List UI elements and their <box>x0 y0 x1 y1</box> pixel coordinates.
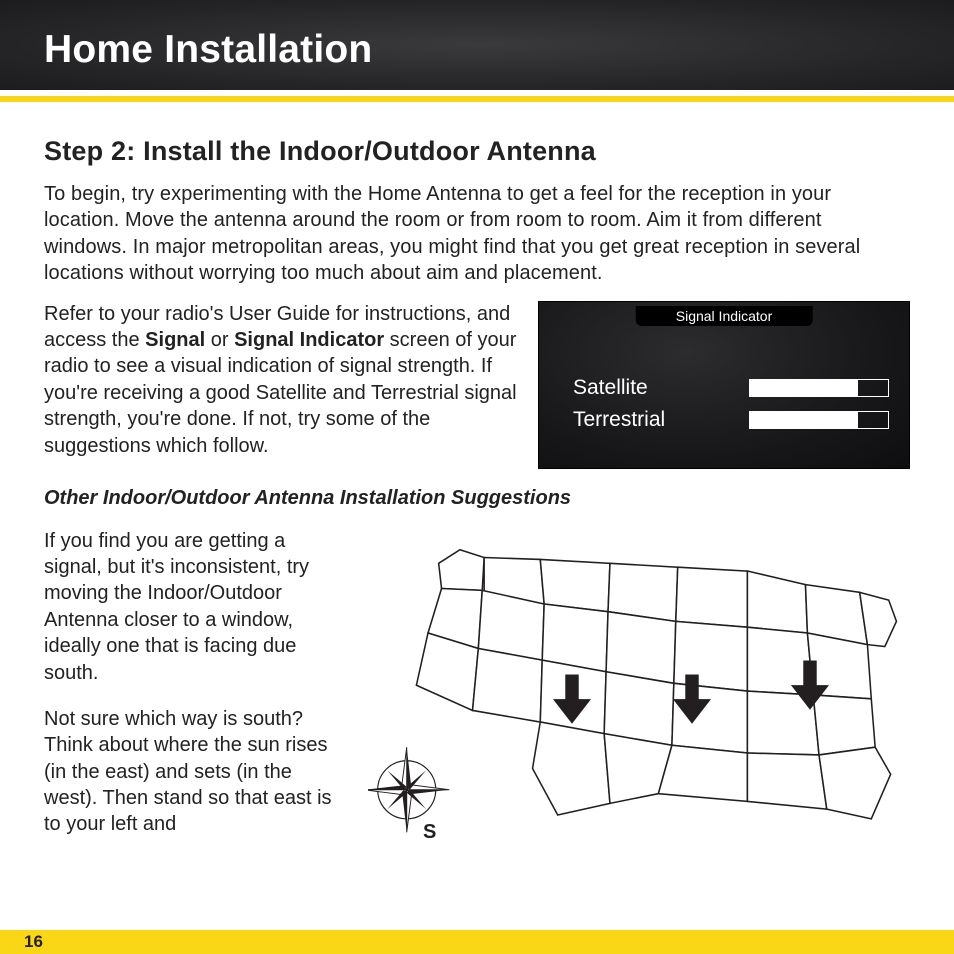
signal-bar-row: Terrestrial <box>573 404 889 436</box>
bold-signal-indicator: Signal Indicator <box>234 329 384 351</box>
signal-label-satellite: Satellite <box>573 376 648 400</box>
suggestions-subheading: Other Indoor/Outdoor Antenna Installatio… <box>44 487 910 510</box>
step-heading: Step 2: Install the Indoor/Outdoor Anten… <box>44 136 910 167</box>
intro-paragraph: To begin, try experimenting with the Hom… <box>44 181 910 287</box>
us-map-figure: S <box>368 528 910 858</box>
down-arrow-icon <box>544 670 600 726</box>
text-fragment: or <box>205 329 234 351</box>
signal-label-terrestrial: Terrestrial <box>573 408 665 432</box>
signal-row: Refer to your radio's User Guide for ins… <box>44 301 910 469</box>
signal-bar-list: Satellite Terrestrial <box>573 372 889 436</box>
page-title: Home Installation <box>44 28 910 72</box>
signal-bar <box>749 411 889 429</box>
map-row: If you find you are getting a signal, bu… <box>44 528 910 858</box>
signal-indicator-title: Signal Indicator <box>636 306 813 326</box>
signal-paragraph: Refer to your radio's User Guide for ins… <box>44 301 520 459</box>
footer-accent-bar: 16 <box>0 930 954 954</box>
suggestion-paragraph-1: If you find you are getting a signal, bu… <box>44 528 344 686</box>
page-content: Step 2: Install the Indoor/Outdoor Anten… <box>0 102 954 858</box>
signal-bar-fill <box>750 380 858 396</box>
suggestions-text: If you find you are getting a signal, bu… <box>44 528 344 838</box>
document-page: Home Installation Step 2: Install the In… <box>0 0 954 954</box>
signal-bar-fill <box>750 412 858 428</box>
signal-indicator-figure: Signal Indicator Satellite Terrestrial <box>538 301 910 469</box>
compass-rose-icon <box>368 747 449 832</box>
suggestion-paragraph-2: Not sure which way is south? Think about… <box>44 706 344 838</box>
down-arrow-icon <box>664 670 720 726</box>
signal-bar-row: Satellite <box>573 372 889 404</box>
compass-south-label: S <box>423 821 436 844</box>
page-number: 16 <box>24 932 43 952</box>
page-header: Home Installation <box>0 0 954 90</box>
bold-signal: Signal <box>145 329 205 351</box>
down-arrow-icon <box>782 656 838 712</box>
signal-bar <box>749 379 889 397</box>
